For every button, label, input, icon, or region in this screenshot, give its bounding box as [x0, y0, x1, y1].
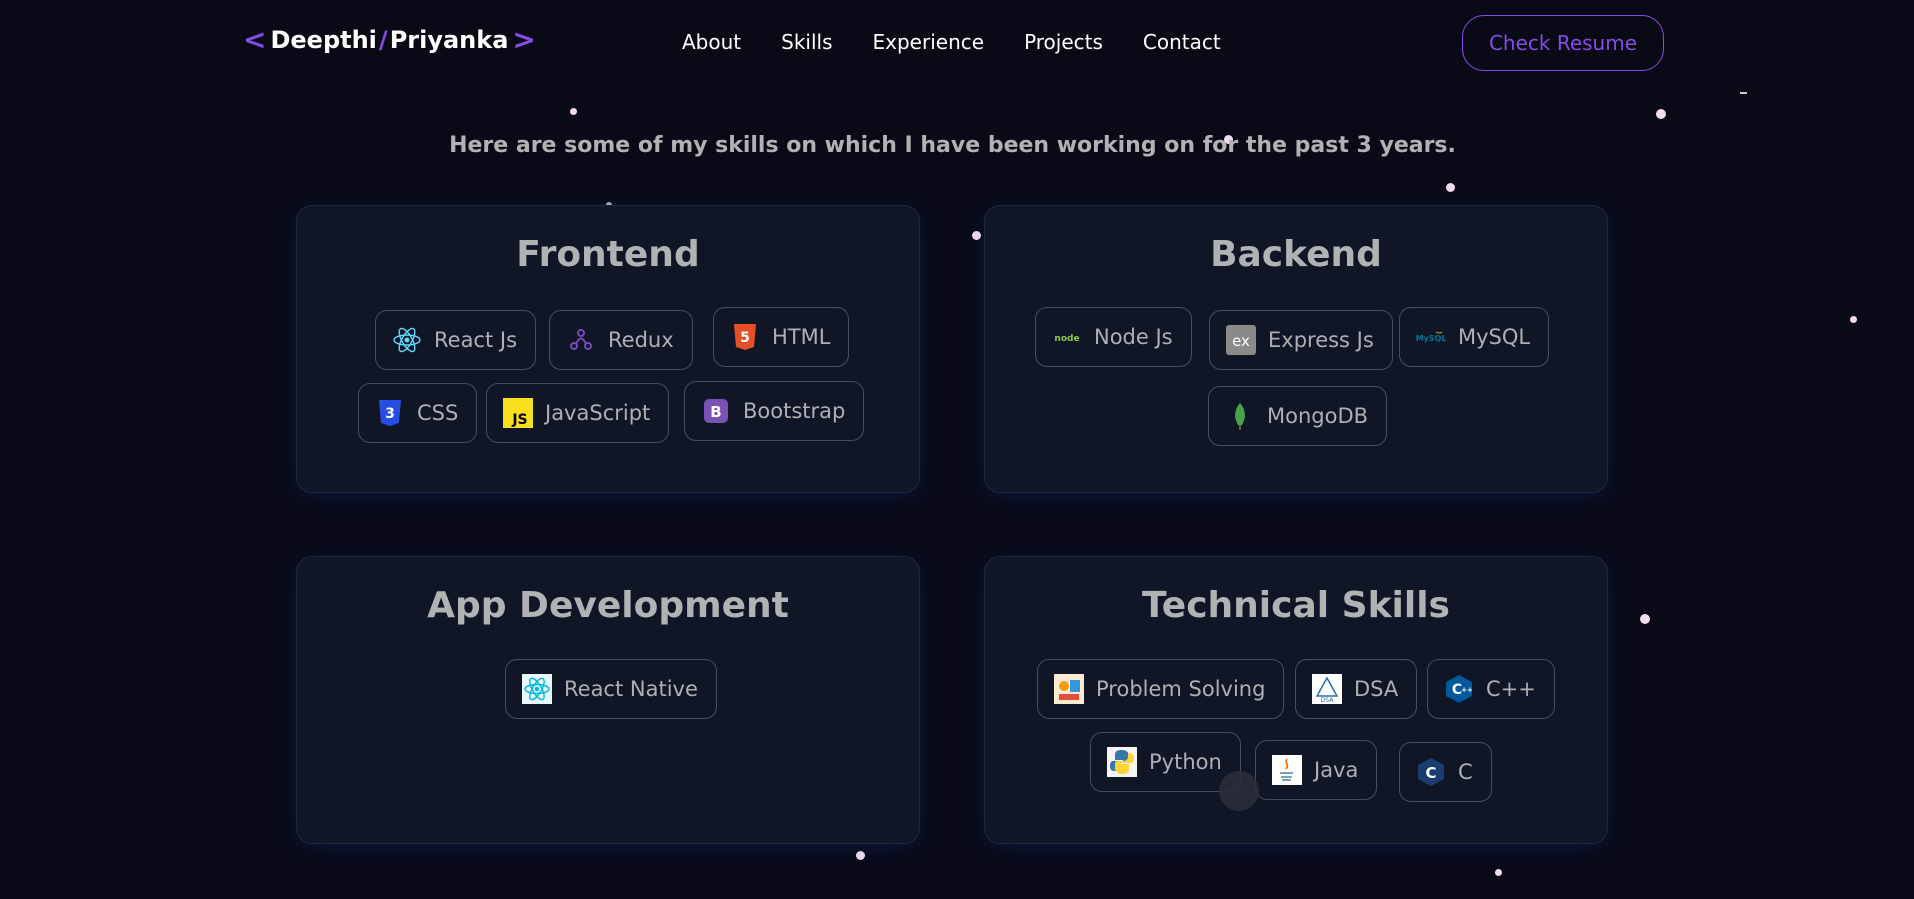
skill-label: React Js — [434, 328, 518, 352]
skill-chip[interactable]: 5 HTML — [713, 307, 850, 367]
skill-label: Java — [1314, 758, 1359, 782]
skill-card-frontend: Frontend React Js Redux 5 HTML 3 CSS JS … — [296, 205, 920, 493]
skill-chip[interactable]: MySQL MySQL — [1399, 307, 1550, 367]
html5-icon: 5 — [730, 322, 760, 352]
skill-chip[interactable]: Redux — [549, 310, 693, 370]
svg-text:MySQL: MySQL — [1416, 334, 1446, 343]
skill-chip[interactable]: Python — [1090, 732, 1241, 792]
skill-label: C — [1458, 760, 1473, 784]
bootstrap-icon: B — [701, 396, 731, 426]
skill-chip[interactable]: MongoDB — [1208, 386, 1388, 446]
skill-chip[interactable]: B Bootstrap — [684, 381, 865, 441]
react-icon — [392, 325, 422, 355]
nav-skills[interactable]: Skills — [781, 30, 832, 54]
skill-label: JavaScript — [545, 401, 651, 425]
problem-solving-icon — [1054, 674, 1084, 704]
svg-text:node: node — [1054, 334, 1079, 344]
skill-label: Node Js — [1094, 325, 1173, 349]
skill-chip[interactable]: React Js — [375, 310, 537, 370]
skill-card-app-development: App Development React Native — [296, 556, 920, 844]
skill-chip[interactable]: C ++ C++ — [1427, 659, 1555, 719]
python-icon — [1107, 747, 1137, 777]
skill-chip[interactable]: DSA DSA — [1295, 659, 1418, 719]
skill-label: HTML — [772, 325, 831, 349]
css3-icon: 3 — [375, 398, 405, 428]
svg-text:C: C — [1425, 764, 1436, 782]
skill-chip[interactable]: 3 CSS — [358, 383, 478, 443]
skill-label: MongoDB — [1267, 404, 1369, 428]
card-title: Frontend — [516, 234, 700, 275]
skills-subtitle: Here are some of my skills on which I ha… — [449, 133, 1456, 158]
logo-slash: / — [378, 26, 388, 54]
svg-text:DSA: DSA — [1321, 697, 1335, 704]
logo-last-name: Priyanka — [389, 26, 509, 54]
card-title: Technical Skills — [1142, 585, 1450, 626]
express-icon: ex — [1226, 325, 1256, 355]
skill-chip[interactable]: Problem Solving — [1037, 659, 1285, 719]
nav-experience[interactable]: Experience — [873, 30, 985, 54]
skill-label: Problem Solving — [1096, 677, 1266, 701]
logo[interactable]: < Deepthi / Priyanka > — [243, 23, 536, 56]
chevron-right-icon: > — [512, 23, 536, 56]
skill-label: DSA — [1354, 677, 1399, 701]
nodejs-icon: node — [1052, 322, 1082, 352]
javascript-icon: JS — [503, 398, 533, 428]
svg-text:5: 5 — [740, 330, 750, 346]
skill-chip[interactable]: Java — [1255, 740, 1378, 800]
skill-chip[interactable]: C C — [1399, 742, 1492, 802]
java-icon — [1272, 755, 1302, 785]
skill-chip[interactable]: React Native — [505, 659, 717, 719]
svg-text:3: 3 — [385, 406, 395, 422]
chevron-left-icon: < — [243, 23, 267, 56]
skill-label: Redux — [608, 328, 674, 352]
skill-chip[interactable]: JS JavaScript — [486, 383, 670, 443]
skill-card-backend: Backend node Node Js ex Express Js MySQL… — [984, 205, 1608, 493]
redux-icon — [566, 325, 596, 355]
skill-label: Bootstrap — [743, 399, 846, 423]
check-resume-button[interactable]: Check Resume — [1462, 15, 1664, 71]
card-title: App Development — [427, 585, 789, 626]
c-icon: C — [1416, 757, 1446, 787]
nav-projects[interactable]: Projects — [1024, 30, 1103, 54]
skill-label: CSS — [417, 401, 459, 425]
mongodb-icon — [1225, 401, 1255, 431]
nav-links: About Skills Experience Projects Contact — [682, 30, 1221, 54]
svg-text:ex: ex — [1232, 332, 1250, 350]
svg-text:++: ++ — [1461, 686, 1473, 694]
react-native-icon — [522, 674, 552, 704]
skill-chip[interactable]: ex Express Js — [1209, 310, 1393, 370]
skill-label: Python — [1149, 750, 1222, 774]
logo-first-name: Deepthi — [270, 26, 377, 54]
skill-label: React Native — [564, 677, 698, 701]
skill-label: MySQL — [1458, 325, 1531, 349]
cpp-icon: C ++ — [1444, 674, 1474, 704]
skill-card-technical-skills: Technical Skills Problem Solving DSA DSA… — [984, 556, 1608, 844]
skill-chip[interactable]: node Node Js — [1035, 307, 1192, 367]
mysql-icon: MySQL — [1416, 322, 1446, 352]
skill-label: Express Js — [1268, 328, 1374, 352]
svg-text:JS: JS — [511, 412, 527, 428]
scrollbar-thumb[interactable] — [1740, 92, 1747, 94]
card-title: Backend — [1210, 234, 1382, 275]
nav-about[interactable]: About — [682, 30, 741, 54]
nav-contact[interactable]: Contact — [1143, 30, 1221, 54]
navbar: < Deepthi / Priyanka > About Skills Expe… — [0, 0, 1914, 86]
svg-text:B: B — [710, 403, 721, 421]
skill-label: C++ — [1486, 677, 1536, 701]
dsa-icon: DSA — [1312, 674, 1342, 704]
